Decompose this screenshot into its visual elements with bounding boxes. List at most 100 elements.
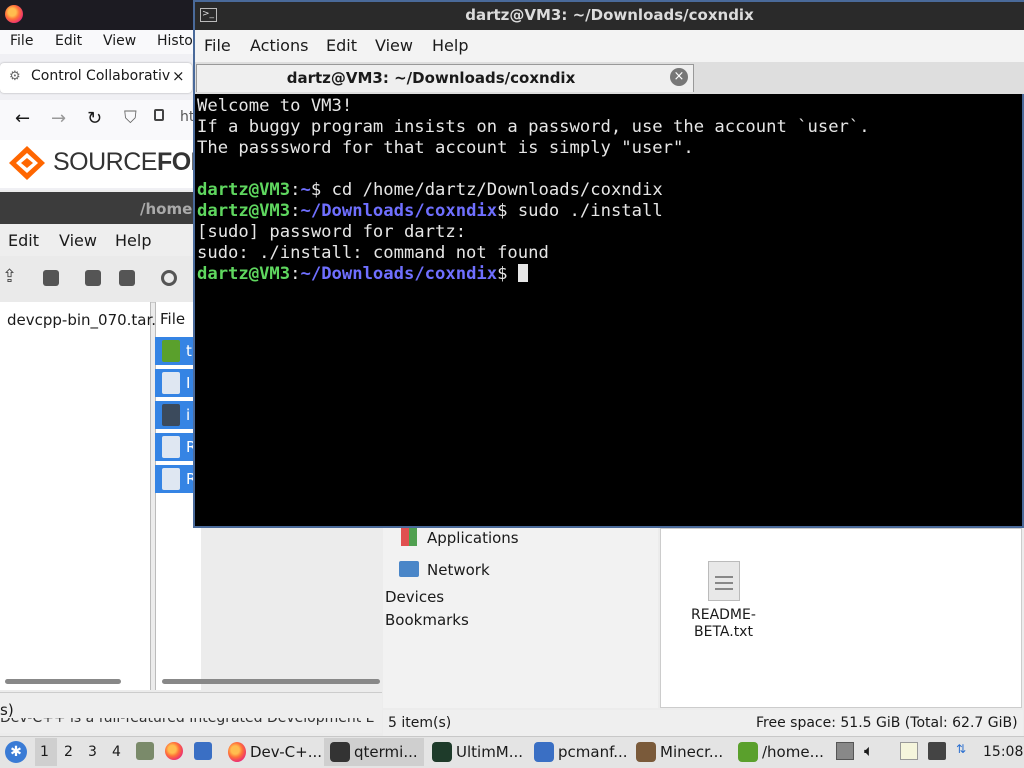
- volume-icon[interactable]: 🔈︎: [864, 742, 882, 760]
- task-label: pcmanf...: [558, 743, 628, 761]
- clock[interactable]: 15:08: [983, 744, 1023, 760]
- pcmanfm-file-view: README- BETA.txt: [660, 528, 1022, 708]
- firefox-page-text: Dev-C++ is a full-featured Integrated De…: [0, 718, 382, 732]
- task-pcmanfm[interactable]: pcmanf...: [528, 738, 628, 766]
- workspace-2[interactable]: 2: [64, 744, 73, 760]
- workspace-3[interactable]: 3: [88, 744, 97, 760]
- terminal-prompt-line: dartz@VM3:~$ cd /home/dartz/Downloads/co…: [197, 180, 870, 201]
- qt-menu-actions[interactable]: Actions: [250, 36, 308, 55]
- fr-menu-help[interactable]: Help: [115, 231, 151, 250]
- column-header-file[interactable]: File: [160, 310, 185, 328]
- firefox-tab[interactable]: ⚙ Control Collaborative ×: [0, 63, 192, 93]
- add-file-icon[interactable]: [85, 270, 101, 286]
- firefox-logo-icon: [5, 5, 23, 23]
- prompt-dollar: $: [310, 180, 322, 200]
- command-text: sudo ./install: [507, 201, 663, 221]
- download-file-icon: [162, 372, 180, 394]
- tab-close-icon[interactable]: ×: [670, 68, 688, 86]
- archive-file-icon: [162, 340, 180, 362]
- side-section-devices[interactable]: Devices: [385, 588, 444, 606]
- task-devcpp[interactable]: Dev-C+...: [222, 738, 322, 766]
- terminal-output[interactable]: Welcome to VM3! If a buggy program insist…: [197, 96, 870, 285]
- prompt-dollar: $: [497, 264, 508, 284]
- task-minecraft[interactable]: Minecr...: [630, 738, 730, 766]
- side-item-applications[interactable]: Applications: [427, 529, 519, 547]
- tracking-shield-icon[interactable]: ⛉: [124, 108, 137, 128]
- firefox-launcher-icon[interactable]: [165, 742, 183, 760]
- desktop-launcher-icon[interactable]: [194, 742, 212, 760]
- qt-menu-help[interactable]: Help: [432, 36, 468, 55]
- qt-menu-file[interactable]: File: [204, 36, 231, 55]
- terminal-cursor: [517, 264, 528, 282]
- side-item-network[interactable]: Network: [427, 561, 490, 579]
- prompt-dir: ~/Downloads/coxndix: [300, 264, 498, 284]
- workspace-4[interactable]: 4: [112, 744, 121, 760]
- stop-icon[interactable]: [161, 270, 177, 286]
- task-label: Dev-C+...: [249, 743, 322, 761]
- file-name-line1[interactable]: README-: [691, 607, 756, 623]
- archive-icon[interactable]: [43, 270, 59, 286]
- terminal-line: The passsword for that account is simply…: [197, 138, 694, 158]
- terminal-window-title: dartz@VM3: ~/Downloads/coxndix: [465, 6, 754, 24]
- forward-icon[interactable]: →: [51, 108, 66, 129]
- ff-menu-view[interactable]: View: [103, 33, 136, 49]
- task-label: /home...: [762, 743, 824, 761]
- text-file-icon: [162, 468, 180, 490]
- fr-menu-view[interactable]: View: [59, 231, 97, 250]
- side-section-bookmarks[interactable]: Bookmarks: [385, 611, 469, 629]
- start-menu-icon[interactable]: ✱: [5, 741, 27, 763]
- tab-close-icon[interactable]: ×: [172, 67, 185, 85]
- tab-title: Control Collaborative: [31, 68, 171, 84]
- clipboard-icon[interactable]: [900, 742, 918, 760]
- ff-menu-history[interactable]: Histo: [157, 33, 193, 49]
- workspace-1[interactable]: 1: [40, 744, 49, 760]
- script-file-icon: [162, 404, 180, 426]
- pcmanfm-sidepane: Applications Network Devices Bookmarks: [383, 528, 658, 708]
- sourceforge-wordmark: SOURCEFOR: [53, 148, 209, 177]
- extract-icon[interactable]: ⇪: [2, 266, 17, 287]
- task-ultimm[interactable]: UltimM...: [426, 738, 526, 766]
- prompt-colon: :: [290, 201, 301, 221]
- task-qterminal[interactable]: qtermi...: [324, 738, 424, 766]
- file-roller-folder-pane: devcpp-bin_070.tar.: [0, 302, 156, 690]
- ff-menu-file[interactable]: File: [10, 33, 33, 49]
- terminal-prompt-line: dartz@VM3:~/Downloads/coxndix$ sudo ./in…: [197, 201, 870, 222]
- unknown-file-icon: [162, 436, 180, 458]
- network-status-icon[interactable]: ⇅: [956, 742, 970, 760]
- app-icon: [432, 742, 452, 762]
- row-text: i: [186, 406, 191, 424]
- file-name-line2[interactable]: BETA.txt: [694, 624, 753, 640]
- terminal-tab-title: dartz@VM3: ~/Downloads/coxndix: [286, 69, 576, 87]
- prompt-colon: :: [290, 264, 301, 284]
- qt-menu-edit[interactable]: Edit: [326, 36, 357, 55]
- qt-menu-view[interactable]: View: [375, 36, 413, 55]
- terminal-icon: [330, 742, 350, 762]
- pcmanfm-statusbar: 5 item(s) Free space: 51.5 GiB (Total: 6…: [383, 710, 1023, 736]
- task-label: qtermi...: [354, 743, 418, 761]
- back-icon[interactable]: ←: [15, 108, 30, 129]
- terminal-line: Welcome to VM3!: [197, 96, 353, 116]
- command-text: [507, 264, 517, 284]
- tab-favicon-icon: ⚙: [9, 69, 21, 84]
- task-home[interactable]: /home...: [732, 738, 832, 766]
- right-scrollbar[interactable]: [162, 679, 380, 684]
- text-file-icon[interactable]: [708, 561, 740, 601]
- terminal-line-blank: ​: [197, 159, 870, 180]
- file-roller-menubar: Edit View Help: [0, 224, 200, 256]
- keyboard-icon[interactable]: [928, 742, 946, 760]
- prompt-dir: ~: [300, 180, 311, 200]
- item-count: 5 item(s): [388, 715, 452, 731]
- files-launcher-icon[interactable]: [136, 742, 154, 760]
- ff-menu-edit[interactable]: Edit: [55, 33, 82, 49]
- archive-item[interactable]: devcpp-bin_070.tar.: [7, 311, 156, 329]
- left-scrollbar[interactable]: [5, 679, 121, 684]
- lock-icon[interactable]: [154, 109, 164, 121]
- prompt-user: dartz@VM3: [197, 201, 291, 221]
- firefox-titlebar: [0, 0, 200, 30]
- fr-menu-edit[interactable]: Edit: [8, 231, 39, 250]
- reload-icon[interactable]: ↻: [87, 108, 102, 129]
- add-folder-icon[interactable]: [119, 270, 135, 286]
- battery-icon[interactable]: [836, 742, 854, 760]
- command-text: cd /home/dartz/Downloads/coxndix: [321, 180, 663, 200]
- firefox-menubar: File Edit View Histo: [0, 30, 200, 54]
